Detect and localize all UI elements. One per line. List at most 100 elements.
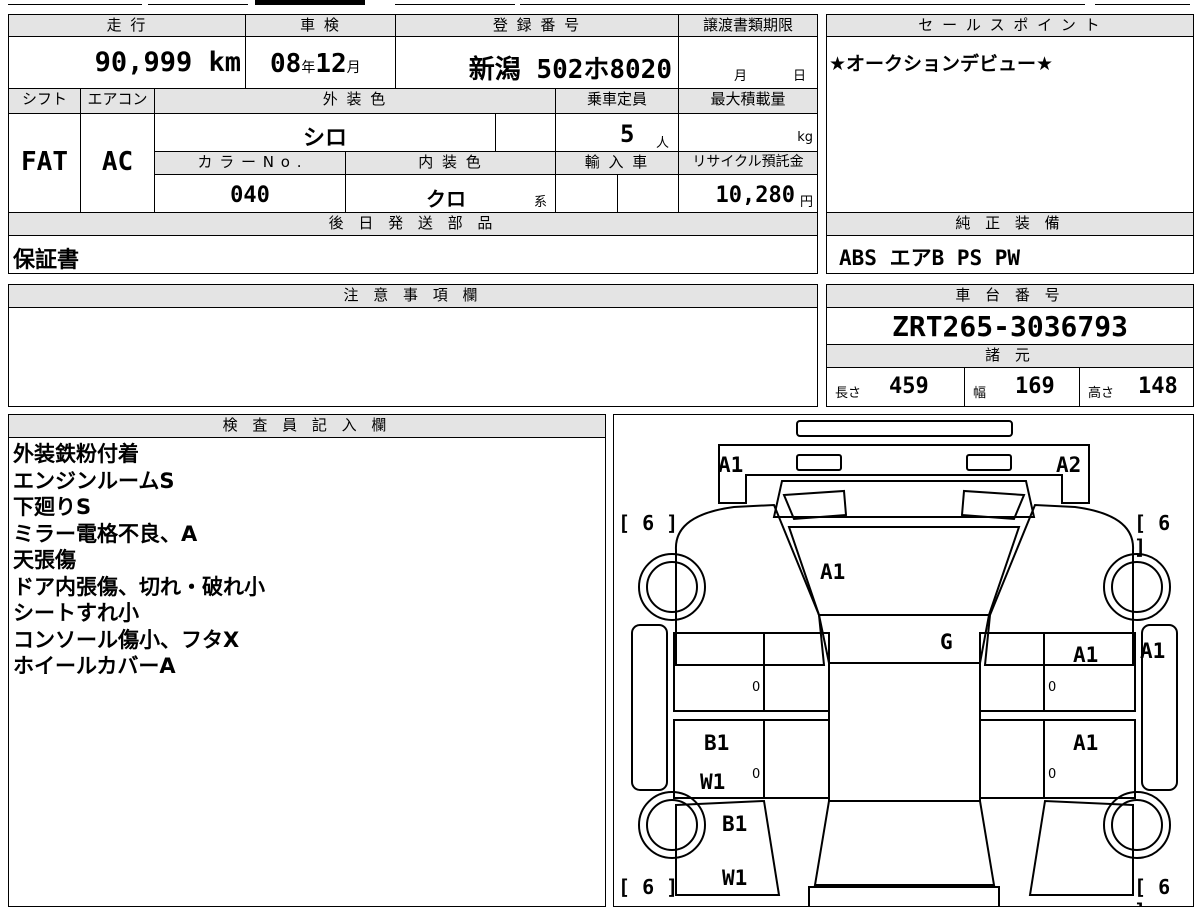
shift-value: FAT <box>21 147 68 177</box>
later-parts-cell: 保証書 <box>8 235 818 274</box>
door-zero-marker: 0 <box>752 767 761 782</box>
mileage-cell: 90,999 km <box>8 36 246 89</box>
recycle-value: 10,280 <box>715 183 795 208</box>
top-cropped-strip <box>0 0 1200 6</box>
height-label: 高さ <box>1088 386 1115 401</box>
max-load-cell: kg <box>678 113 818 152</box>
shift-header: シフト <box>8 88 81 114</box>
length-value: 459 <box>889 374 929 399</box>
tire-label-top-right: [ 6 ] <box>1134 511 1171 559</box>
damage-mark-front-left: A1 <box>718 453 744 477</box>
inspector-note: エンジンルームS <box>13 468 175 493</box>
damage-mark-glass: G <box>940 630 953 654</box>
inspection-header: 車 検 <box>245 14 396 37</box>
door-zero-marker: 0 <box>1048 767 1057 782</box>
inspection-month: 12 <box>315 49 347 79</box>
color-no-cell: 040 <box>154 174 346 213</box>
inspection-year: 08 <box>270 49 302 79</box>
standard-equipment-value: ABS エアB PS PW <box>839 246 1021 270</box>
sales-point-cell: ★オークションデビュー★ <box>826 36 1194 213</box>
later-parts-header: 後 日 発 送 部 品 <box>8 212 818 236</box>
transfer-deadline-header: 譲渡書類期限 <box>678 14 818 37</box>
inspector-note: ミラー電格不良、A <box>13 521 198 546</box>
width-value: 169 <box>1015 374 1055 399</box>
exterior-color-value: シロ <box>302 126 347 151</box>
color-no-value: 040 <box>230 183 270 208</box>
import-header: 輸 入 車 <box>555 151 679 175</box>
standard-equipment-cell: ABS エアB PS PW <box>826 235 1194 274</box>
inspector-note: ホイールカバーA <box>13 654 176 678</box>
shift-cell: FAT <box>8 113 81 213</box>
inspector-notes-cell: 外装鉄粉付着 エンジンルームS 下廻りS ミラー電格不良、A 天張傷 ドア内張傷… <box>8 437 606 907</box>
inspector-note: 下廻りS <box>13 495 92 519</box>
standard-equipment-header: 純 正 装 備 <box>826 212 1194 236</box>
damage-mark-windshield: A1 <box>820 560 846 584</box>
inspector-note: シートすれ小 <box>13 601 139 625</box>
damage-mark-rear-door-left-1: B1 <box>704 731 730 755</box>
vehicle-damage-diagram: [ 6 ] [ 6 ] [ 6 ] [ 6 ] 0 0 0 0 A1 A2 A1… <box>613 414 1194 907</box>
height-value: 148 <box>1138 374 1178 399</box>
import-cell-left <box>555 174 618 213</box>
mileage-unit: km <box>208 47 241 78</box>
damage-mark-fender-right: A1 <box>1140 639 1166 663</box>
door-zero-marker: 0 <box>752 680 761 695</box>
mileage-value: 90,999 <box>94 47 193 78</box>
aircon-value: AC <box>101 147 134 177</box>
inspection-cell: 08年12月 <box>245 36 396 89</box>
sales-point-value: ★オークションデビュー★ <box>829 53 1054 75</box>
recycle-header: リサイクル預託金 <box>678 151 818 175</box>
registration-cell: 新潟 502ホ8020 <box>395 36 679 89</box>
damage-mark-rear-door-left-2: W1 <box>700 770 726 794</box>
mileage-header: 走 行 <box>8 14 246 37</box>
year-unit: 年 <box>301 60 316 76</box>
capacity-header: 乗車定員 <box>555 88 679 114</box>
load-unit: kg <box>797 130 813 145</box>
damage-mark-rear-door-right: A1 <box>1073 731 1099 755</box>
specs-length-cell: 長さ 459 <box>826 367 965 407</box>
door-zero-marker: 0 <box>1048 680 1057 695</box>
exterior-color-header: 外 装 色 <box>154 88 556 114</box>
registration-value: 新潟 502ホ8020 <box>468 55 672 85</box>
deadline-month: 月 <box>734 69 748 84</box>
specs-width-cell: 幅 169 <box>964 367 1080 407</box>
import-cell-right <box>617 174 679 213</box>
inspector-note: ドア内張傷、切れ・破れ小 <box>13 574 265 599</box>
width-label: 幅 <box>973 386 987 401</box>
interior-suffix: 系 <box>534 195 548 210</box>
damage-mark-front-right: A2 <box>1056 453 1082 477</box>
aircon-cell: AC <box>80 113 155 213</box>
sales-point-header: セ ー ル ス ポ イ ン ト <box>826 14 1194 37</box>
length-label: 長さ <box>835 386 862 401</box>
inspector-note: 天張傷 <box>13 548 76 572</box>
deadline-day: 日 <box>793 69 807 84</box>
tire-label-top-left: [ 6 ] <box>618 511 679 535</box>
exterior-color-cell: シロ <box>154 113 496 152</box>
notes-header: 注 意 事 項 欄 <box>8 284 818 308</box>
aircon-header: エアコン <box>80 88 155 114</box>
month-unit: 月 <box>346 60 361 76</box>
capacity-value: 5 <box>620 120 635 148</box>
exterior-color-extra-cell <box>495 113 556 152</box>
tire-label-bottom-left: [ 6 ] <box>618 875 679 899</box>
notes-cell <box>8 307 818 407</box>
max-load-header: 最大積載量 <box>678 88 818 114</box>
transfer-deadline-cell: 月 日 <box>678 36 818 89</box>
chassis-no-value: ZRT265-3036793 <box>891 310 1128 343</box>
recycle-cell: 10,280 円 <box>678 174 818 213</box>
specs-height-cell: 高さ 148 <box>1079 367 1194 407</box>
recycle-unit: 円 <box>799 195 813 210</box>
capacity-cell: 5 人 <box>555 113 679 152</box>
interior-color-cell: クロ 系 <box>345 174 556 213</box>
damage-mark-rear-fender-left-2: W1 <box>722 866 748 890</box>
damage-mark-rear-fender-left-1: B1 <box>722 812 748 836</box>
inspector-note: コンソール傷小、フタX <box>13 627 240 652</box>
specs-header: 諸 元 <box>826 344 1194 368</box>
chassis-no-cell: ZRT265-3036793 <box>826 307 1194 345</box>
color-no-header: カ ラ ー N o . <box>154 151 346 175</box>
interior-color-header: 内 装 色 <box>345 151 556 175</box>
later-parts-value: 保証書 <box>13 248 80 273</box>
chassis-no-header: 車 台 番 号 <box>826 284 1194 308</box>
car-outline-diagram <box>631 420 1178 906</box>
interior-color-value: クロ <box>426 187 466 211</box>
damage-mark-front-door-right: A1 <box>1073 643 1099 667</box>
